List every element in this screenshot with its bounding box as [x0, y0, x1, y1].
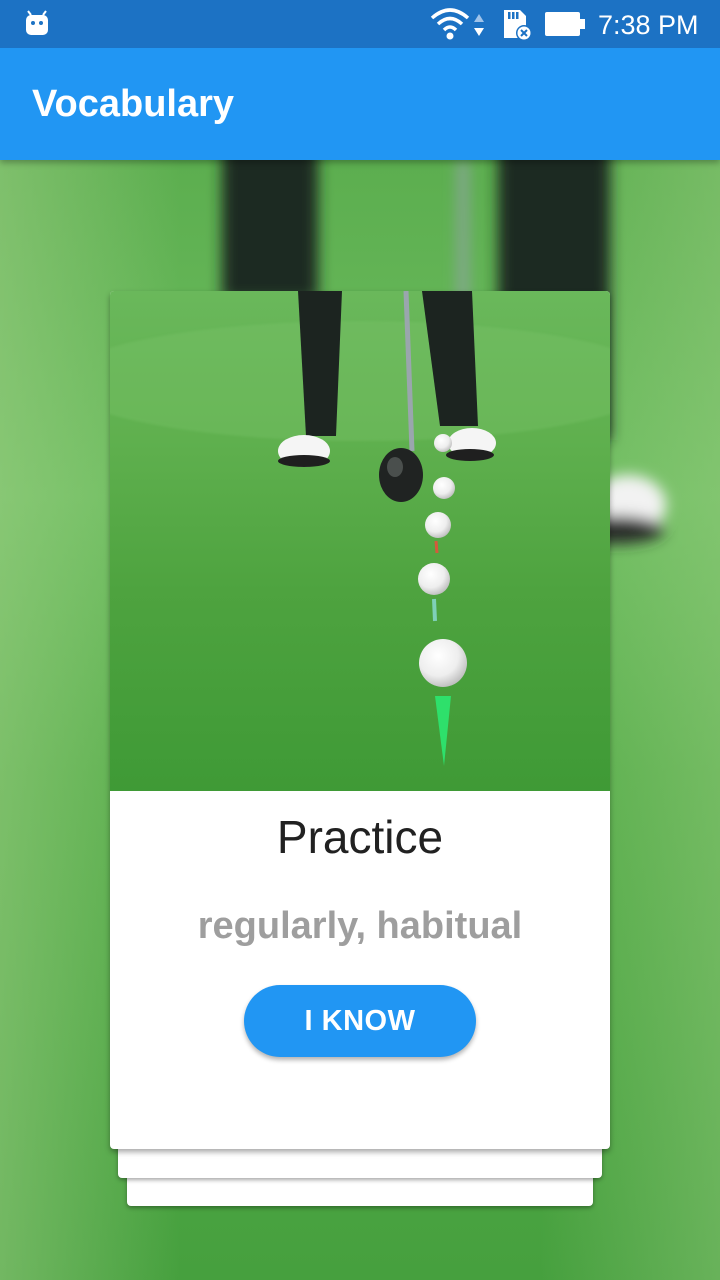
app-title: Vocabulary [32, 83, 235, 125]
i-know-button[interactable]: I KNOW [244, 985, 476, 1057]
vocabulary-card[interactable]: Practice regularly, habitual I KNOW [110, 291, 610, 1149]
app-bar: Vocabulary [0, 48, 720, 160]
status-time: 7:38 PM [598, 10, 699, 40]
vocabulary-screen: 7:38 PM Vocabulary Practice regularly, h… [0, 0, 720, 1280]
wifi-icon [430, 8, 470, 40]
sd-card-icon [504, 10, 532, 41]
golf-putting-photo [110, 291, 610, 791]
battery-icon [545, 12, 585, 36]
status-bar: 7:38 PM [0, 0, 720, 48]
vocabulary-word: Practice [276, 811, 444, 863]
word-meaning: regularly, habitual [197, 905, 523, 947]
android-icon [26, 10, 48, 35]
data-activity-icon [474, 14, 484, 36]
